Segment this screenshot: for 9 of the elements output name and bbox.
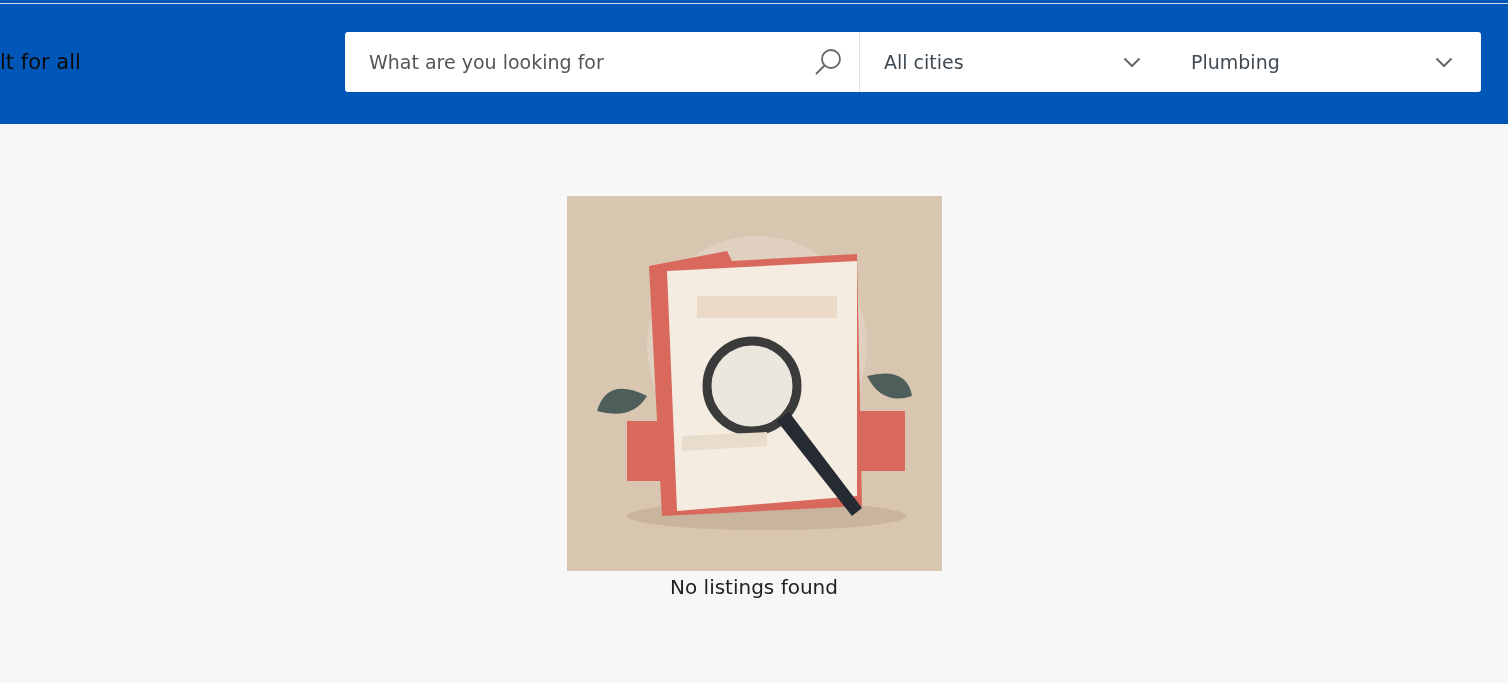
search-input[interactable]: What are you looking for: [367, 50, 813, 74]
chevron-icon: [1435, 56, 1453, 68]
filter-dropdown[interactable]: Plumbing: [1169, 32, 1481, 92]
chevron-icon: [1123, 56, 1141, 68]
search-field[interactable]: What are you looking for: [345, 32, 859, 92]
search-icon: [813, 47, 843, 77]
empty-message: No listings found: [670, 575, 838, 599]
filter-dropdown[interactable]: All cities: [859, 32, 1169, 92]
site-title: lt for all: [0, 50, 82, 74]
